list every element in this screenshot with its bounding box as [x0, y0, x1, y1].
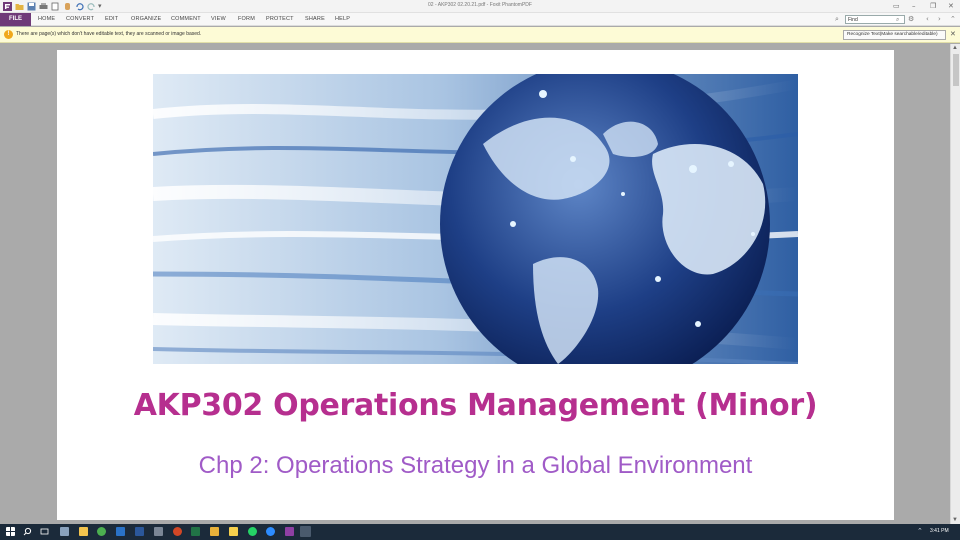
find-options-icon[interactable]: ⌕	[835, 15, 839, 24]
tab-comment[interactable]: COMMENT	[171, 16, 201, 22]
active-app-icon[interactable]	[300, 526, 311, 537]
title-bar: ▾ 02 - AKP302 02.20.21.pdf - Foxit Phant…	[0, 0, 960, 13]
windows-start-icon[interactable]	[6, 527, 15, 536]
minimize-icon[interactable]: –	[912, 1, 916, 11]
word-icon[interactable]	[135, 527, 144, 536]
sticky-notes-icon[interactable]	[229, 527, 238, 536]
windows-taskbar: ⌃ 3:41 PM	[0, 524, 960, 540]
ribbon-toggle-icon[interactable]: ▭	[893, 1, 900, 11]
notification-message: There are page(s) which don't have edita…	[16, 31, 202, 37]
folder-icon[interactable]	[210, 527, 219, 536]
document-viewer: AKP302 Operations Management (Minor) Chp…	[0, 44, 950, 524]
restore-icon[interactable]: ❐	[930, 1, 936, 11]
slide-title: AKP302 Operations Management (Minor)	[133, 388, 818, 423]
settings-gear-icon[interactable]: ⚙	[908, 15, 914, 24]
recognize-text-button[interactable]: Recognize Text(Make searchable/editable)	[843, 30, 946, 40]
ribbon-collapse-icon[interactable]: ⌃	[950, 15, 956, 24]
chrome-icon[interactable]	[97, 527, 106, 536]
excel-icon[interactable]	[191, 527, 200, 536]
tab-edit[interactable]: EDIT	[105, 16, 118, 22]
tab-share[interactable]: SHARE	[305, 16, 325, 22]
search-icon[interactable]	[23, 527, 32, 536]
tray-icons[interactable]: ⌃	[917, 527, 923, 536]
tab-form[interactable]: FORM	[238, 16, 255, 22]
pdf-page: AKP302 Operations Management (Minor) Chp…	[57, 50, 894, 520]
close-icon[interactable]: ✕	[950, 30, 956, 39]
globe-network-image	[153, 74, 798, 364]
foxit-window: ▾ 02 - AKP302 02.20.21.pdf - Foxit Phant…	[0, 0, 960, 540]
search-icon[interactable]: ⌕	[896, 15, 899, 24]
vertical-scrollbar[interactable]: ▲ ▼	[950, 44, 960, 524]
notepad-icon[interactable]	[154, 527, 163, 536]
zoom-icon[interactable]	[266, 527, 275, 536]
ribbon-tabs: FILE HOME CONVERT EDIT ORGANIZE COMMENT …	[0, 13, 960, 26]
taskbar-clock[interactable]: 3:41 PM	[930, 528, 949, 534]
close-icon[interactable]: ✕	[948, 1, 954, 11]
tab-view[interactable]: VIEW	[211, 16, 226, 22]
task-view-icon[interactable]	[40, 527, 49, 536]
tab-file[interactable]: FILE	[0, 13, 31, 26]
outlook-icon[interactable]	[116, 527, 125, 536]
tab-home[interactable]: HOME	[38, 16, 55, 22]
whatsapp-icon[interactable]	[248, 527, 257, 536]
next-result-icon[interactable]: ›	[938, 15, 941, 24]
previous-result-icon[interactable]: ‹	[926, 15, 929, 24]
slide-subtitle: Chp 2: Operations Strategy in a Global E…	[198, 452, 753, 479]
tab-organize[interactable]: ORGANIZE	[131, 16, 161, 22]
window-title: 02 - AKP302 02.20.21.pdf - Foxit Phantom…	[428, 2, 532, 8]
tab-protect[interactable]: PROTECT	[266, 16, 294, 22]
tab-help[interactable]: HELP	[335, 16, 350, 22]
foxit-icon[interactable]	[285, 527, 294, 536]
scroll-up-icon[interactable]: ▲	[952, 45, 958, 51]
warning-icon: !	[4, 30, 13, 39]
taskbar-app-icon[interactable]	[60, 527, 69, 536]
powerpoint-icon[interactable]	[173, 527, 182, 536]
scrollbar-thumb[interactable]	[953, 54, 959, 86]
scroll-down-icon[interactable]: ▼	[952, 517, 958, 523]
tab-convert[interactable]: CONVERT	[66, 16, 94, 22]
notification-bar: ! There are page(s) which don't have edi…	[0, 27, 960, 43]
file-explorer-icon[interactable]	[79, 527, 88, 536]
